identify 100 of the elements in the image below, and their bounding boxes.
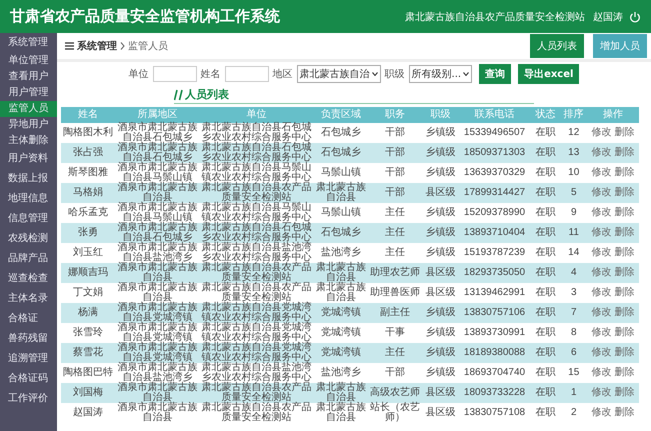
table-cell: 在职	[530, 343, 561, 363]
action-link[interactable]: 修改	[592, 407, 612, 418]
sidebar-item[interactable]: 异地用户	[0, 117, 57, 133]
action-link[interactable]: 删除	[614, 387, 634, 398]
table-cell: 18509371303	[458, 143, 531, 163]
action-link[interactable]: 删除	[614, 407, 634, 418]
table-cell: 肃北蒙古族自治县农产品质量安全检测站	[199, 403, 314, 423]
action-link[interactable]: 删除	[614, 287, 634, 298]
table-cell: 赵国涛	[61, 403, 116, 423]
action-link[interactable]: 修改	[592, 227, 612, 238]
sidebar-item[interactable]: 数据上报	[0, 169, 57, 189]
table-cell: 在职	[530, 123, 561, 143]
table-cell: 在职	[530, 243, 561, 263]
caret-icon[interactable]	[372, 72, 378, 76]
table-cell: 乡镇级	[422, 323, 458, 343]
action-link[interactable]: 修改	[592, 327, 612, 338]
action-link[interactable]: 修改	[592, 167, 612, 178]
sidebar-item[interactable]: 用户资料	[0, 149, 57, 169]
action-link[interactable]: 删除	[614, 327, 634, 338]
action-link[interactable]: 修改	[592, 187, 612, 198]
action-link[interactable]: 删除	[614, 267, 634, 278]
action-link[interactable]: 删除	[614, 307, 634, 318]
input-field[interactable]	[152, 66, 197, 82]
sidebar-item[interactable]: 品牌产品	[0, 249, 57, 269]
sidebar-item[interactable]: 农残检测	[0, 229, 57, 249]
field-label: 职级	[384, 68, 405, 81]
sidebar-item[interactable]: 信息管理	[0, 209, 57, 229]
action-link[interactable]: 删除	[614, 207, 634, 218]
table-cell: 马格娟	[61, 183, 116, 203]
action-link[interactable]: 删除	[614, 187, 634, 198]
action-link[interactable]: 删除	[614, 367, 634, 378]
table-cell: 1	[560, 383, 587, 403]
section-title: 人员列表	[185, 87, 229, 102]
table-cell: 酒泉市肃北蒙古族自治县盐池湾乡	[115, 243, 200, 263]
table-cell: 11	[560, 223, 587, 243]
action-link[interactable]: 删除	[614, 147, 634, 158]
sidebar-item[interactable]: 监管人员	[0, 101, 57, 117]
breadcrumb-item[interactable]: 系统管理	[77, 39, 117, 53]
table-cell: 18693704740	[458, 363, 531, 383]
dropdown[interactable]: 肃北蒙古族自治	[296, 65, 381, 83]
sidebar-item[interactable]: 兽药残留	[0, 329, 57, 349]
action-link[interactable]: 修改	[592, 267, 612, 278]
sidebar-item[interactable]: 地理信息	[0, 189, 57, 209]
table-cell: 酒泉市肃北蒙古族自治县石包城乡	[115, 223, 200, 243]
action-link[interactable]: 修改	[592, 127, 612, 138]
table-cell: 13830757108	[458, 403, 531, 423]
sidebar-item[interactable]: 巡查检查	[0, 269, 57, 289]
action-link[interactable]: 删除	[614, 167, 634, 178]
sidebar-item[interactable]: 单位管理	[0, 53, 57, 69]
sidebar-item[interactable]: 合格证	[0, 309, 57, 329]
filter-button[interactable]: 导出excel	[518, 64, 580, 84]
menu-icon[interactable]	[65, 42, 74, 50]
table-cell: 乡镇级	[422, 123, 458, 143]
action-link[interactable]: 修改	[592, 387, 612, 398]
sidebar-item[interactable]: 追溯管理	[0, 349, 57, 369]
action-link[interactable]: 修改	[592, 287, 612, 298]
table-cell: 18093733228	[458, 383, 531, 403]
sidebar-item[interactable]: 合格证码	[0, 369, 57, 389]
input-field[interactable]	[224, 66, 269, 82]
table-cell: 石包城乡	[314, 223, 368, 243]
sidebar-item[interactable]: 工作评价	[0, 389, 57, 409]
table-cell: 酒泉市肃北蒙古族自治县	[115, 383, 200, 403]
table-cell: 马鬃山镇	[314, 203, 368, 223]
filter-button[interactable]: 查询	[479, 64, 512, 84]
action-link[interactable]: 修改	[592, 307, 612, 318]
sidebar-item[interactable]: 主体删除	[0, 133, 57, 149]
action-link[interactable]: 删除	[614, 347, 634, 358]
action-link[interactable]: 删除	[614, 127, 634, 138]
action-link[interactable]: 修改	[592, 147, 612, 158]
toolbar-button[interactable]: 人员列表	[530, 34, 584, 58]
dropdown[interactable]: 所有级别...	[408, 65, 472, 83]
field-label: 地区	[272, 68, 293, 81]
power-icon[interactable]	[629, 10, 641, 22]
table-cell: 肃北蒙古族自治县党城湾镇农业农村综合服务中心	[199, 303, 314, 323]
sidebar-item[interactable]: 主体名录	[0, 289, 57, 309]
action-link[interactable]: 修改	[592, 347, 612, 358]
sidebar-item[interactable]: 查看用户	[0, 69, 57, 85]
sidebar-item[interactable]: 系统管理	[0, 33, 57, 53]
organization-name: 肃北蒙古族自治县农产品质量安全检测站	[405, 10, 585, 24]
breadcrumb-item: 监管人员	[128, 40, 168, 53]
table-cell: 在职	[530, 283, 561, 303]
action-link[interactable]: 修改	[592, 367, 612, 378]
table-cell: 肃北蒙古族自治县党城湾镇农业农村综合服务中心	[199, 323, 314, 343]
table-cell: 肃北蒙古族自治县	[314, 283, 368, 303]
table-cell: 石包城乡	[314, 123, 368, 143]
action-link[interactable]: 修改	[592, 207, 612, 218]
action-link[interactable]: 删除	[614, 247, 634, 258]
action-link[interactable]: 修改	[592, 247, 612, 258]
user-name[interactable]: 赵国涛	[593, 10, 623, 24]
action-link[interactable]: 删除	[614, 227, 634, 238]
sidebar-item[interactable]: 用户管理	[0, 85, 57, 101]
table-cell: 肃北蒙古族自治县	[314, 383, 368, 403]
table-cell: 12	[560, 123, 587, 143]
table-cell: 干部	[368, 123, 422, 143]
table-cell: 哈乐孟克	[61, 203, 116, 223]
table-cell: 蔡雪花	[61, 343, 116, 363]
table-cell: 肃北蒙古族自治县盐池湾乡农业农村综合服务中心	[199, 363, 314, 383]
table-cell: 刘玉红	[61, 243, 116, 263]
caret-icon[interactable]	[463, 72, 470, 76]
slash-icon	[174, 88, 183, 100]
